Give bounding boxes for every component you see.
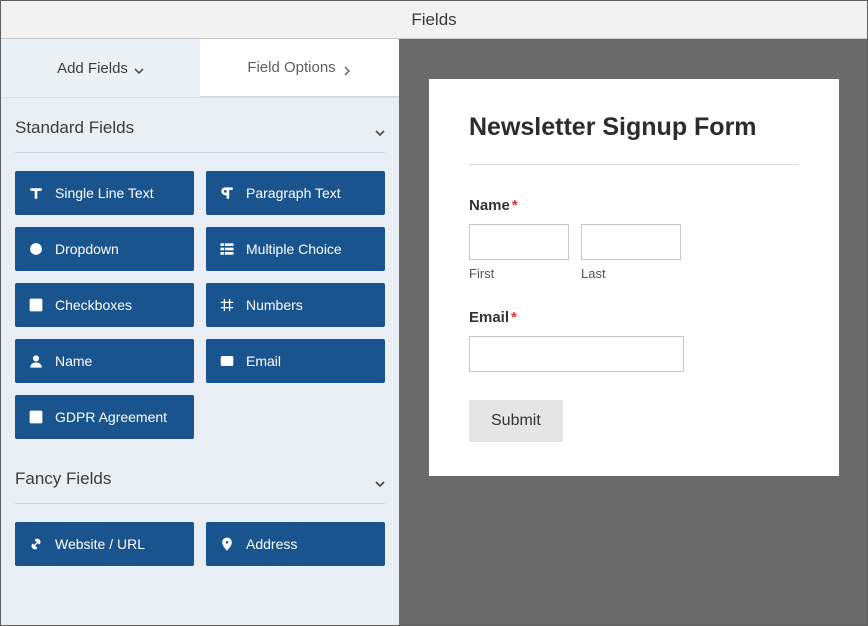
window-title: Fields bbox=[411, 10, 456, 30]
chevron-down-icon bbox=[375, 474, 385, 484]
numbers-icon bbox=[220, 298, 234, 312]
text-icon bbox=[29, 186, 43, 200]
tab-field-options-label: Field Options bbox=[247, 59, 335, 76]
chip-label: Website / URL bbox=[55, 536, 145, 552]
name-label: Name* bbox=[469, 197, 799, 214]
chip-label: Multiple Choice bbox=[246, 241, 342, 257]
last-sublabel: Last bbox=[581, 266, 681, 281]
fields-scroll[interactable]: Standard Fields Single Line Text Paragra… bbox=[1, 97, 399, 625]
fields-panel: Add Fields Field Options Standard Fields bbox=[1, 39, 399, 625]
field-website-url[interactable]: Website / URL bbox=[15, 522, 194, 566]
field-checkboxes[interactable]: Checkboxes bbox=[15, 283, 194, 327]
window-titlebar: Fields bbox=[1, 1, 867, 39]
chevron-right-icon bbox=[342, 63, 352, 73]
address-icon bbox=[220, 537, 234, 551]
section-header-standard[interactable]: Standard Fields bbox=[15, 98, 385, 153]
email-icon bbox=[220, 354, 234, 368]
field-paragraph-text[interactable]: Paragraph Text bbox=[206, 171, 385, 215]
name-icon bbox=[29, 354, 43, 368]
field-address[interactable]: Address bbox=[206, 522, 385, 566]
standard-fields-grid: Single Line Text Paragraph Text Dropdown… bbox=[15, 153, 385, 439]
url-icon bbox=[29, 537, 43, 551]
chip-label: GDPR Agreement bbox=[55, 409, 167, 425]
first-name-input[interactable] bbox=[469, 224, 569, 260]
tab-add-fields-label: Add Fields bbox=[57, 60, 128, 77]
form-preview-area: Newsletter Signup Form Name* First Last bbox=[399, 39, 867, 625]
chevron-down-icon bbox=[375, 123, 385, 133]
tab-add-fields[interactable]: Add Fields bbox=[1, 39, 200, 97]
section-header-fancy[interactable]: Fancy Fields bbox=[15, 439, 385, 504]
name-inputs-row: First Last bbox=[469, 224, 799, 281]
chevron-down-icon bbox=[134, 63, 144, 73]
form-title: Newsletter Signup Form bbox=[469, 113, 799, 165]
email-label-text: Email bbox=[469, 309, 509, 326]
required-mark: * bbox=[511, 309, 517, 326]
chip-label: Numbers bbox=[246, 297, 303, 313]
checkboxes-icon bbox=[29, 298, 43, 312]
field-name[interactable]: Name bbox=[15, 339, 194, 383]
chip-label: Single Line Text bbox=[55, 185, 154, 201]
first-sublabel: First bbox=[469, 266, 569, 281]
field-gdpr-agreement[interactable]: GDPR Agreement bbox=[15, 395, 194, 439]
dropdown-icon bbox=[29, 242, 43, 256]
app-window: Fields Add Fields Field Options bbox=[0, 0, 868, 626]
field-dropdown[interactable]: Dropdown bbox=[15, 227, 194, 271]
chip-label: Paragraph Text bbox=[246, 185, 341, 201]
body-row: Add Fields Field Options Standard Fields bbox=[1, 39, 867, 625]
panel-tabs: Add Fields Field Options bbox=[1, 39, 399, 97]
field-single-line-text[interactable]: Single Line Text bbox=[15, 171, 194, 215]
chip-label: Dropdown bbox=[55, 241, 119, 257]
field-row-name: Name* First Last bbox=[469, 197, 799, 281]
field-numbers[interactable]: Numbers bbox=[206, 283, 385, 327]
fancy-fields-grid: Website / URL Address bbox=[15, 504, 385, 566]
email-label: Email* bbox=[469, 309, 799, 326]
section-title-standard: Standard Fields bbox=[15, 118, 134, 138]
section-title-fancy: Fancy Fields bbox=[15, 469, 111, 489]
required-mark: * bbox=[512, 197, 518, 214]
submit-button[interactable]: Submit bbox=[469, 400, 563, 442]
chip-label: Name bbox=[55, 353, 92, 369]
field-row-email: Email* bbox=[469, 309, 799, 372]
form-card: Newsletter Signup Form Name* First Last bbox=[429, 79, 839, 476]
name-label-text: Name bbox=[469, 197, 510, 214]
tab-field-options[interactable]: Field Options bbox=[200, 39, 399, 97]
field-multiple-choice[interactable]: Multiple Choice bbox=[206, 227, 385, 271]
chip-label: Address bbox=[246, 536, 297, 552]
email-input[interactable] bbox=[469, 336, 684, 372]
multiple-icon bbox=[220, 242, 234, 256]
paragraph-icon bbox=[220, 186, 234, 200]
field-email[interactable]: Email bbox=[206, 339, 385, 383]
gdpr-icon bbox=[29, 410, 43, 424]
last-name-input[interactable] bbox=[581, 224, 681, 260]
chip-label: Email bbox=[246, 353, 281, 369]
chip-label: Checkboxes bbox=[55, 297, 132, 313]
